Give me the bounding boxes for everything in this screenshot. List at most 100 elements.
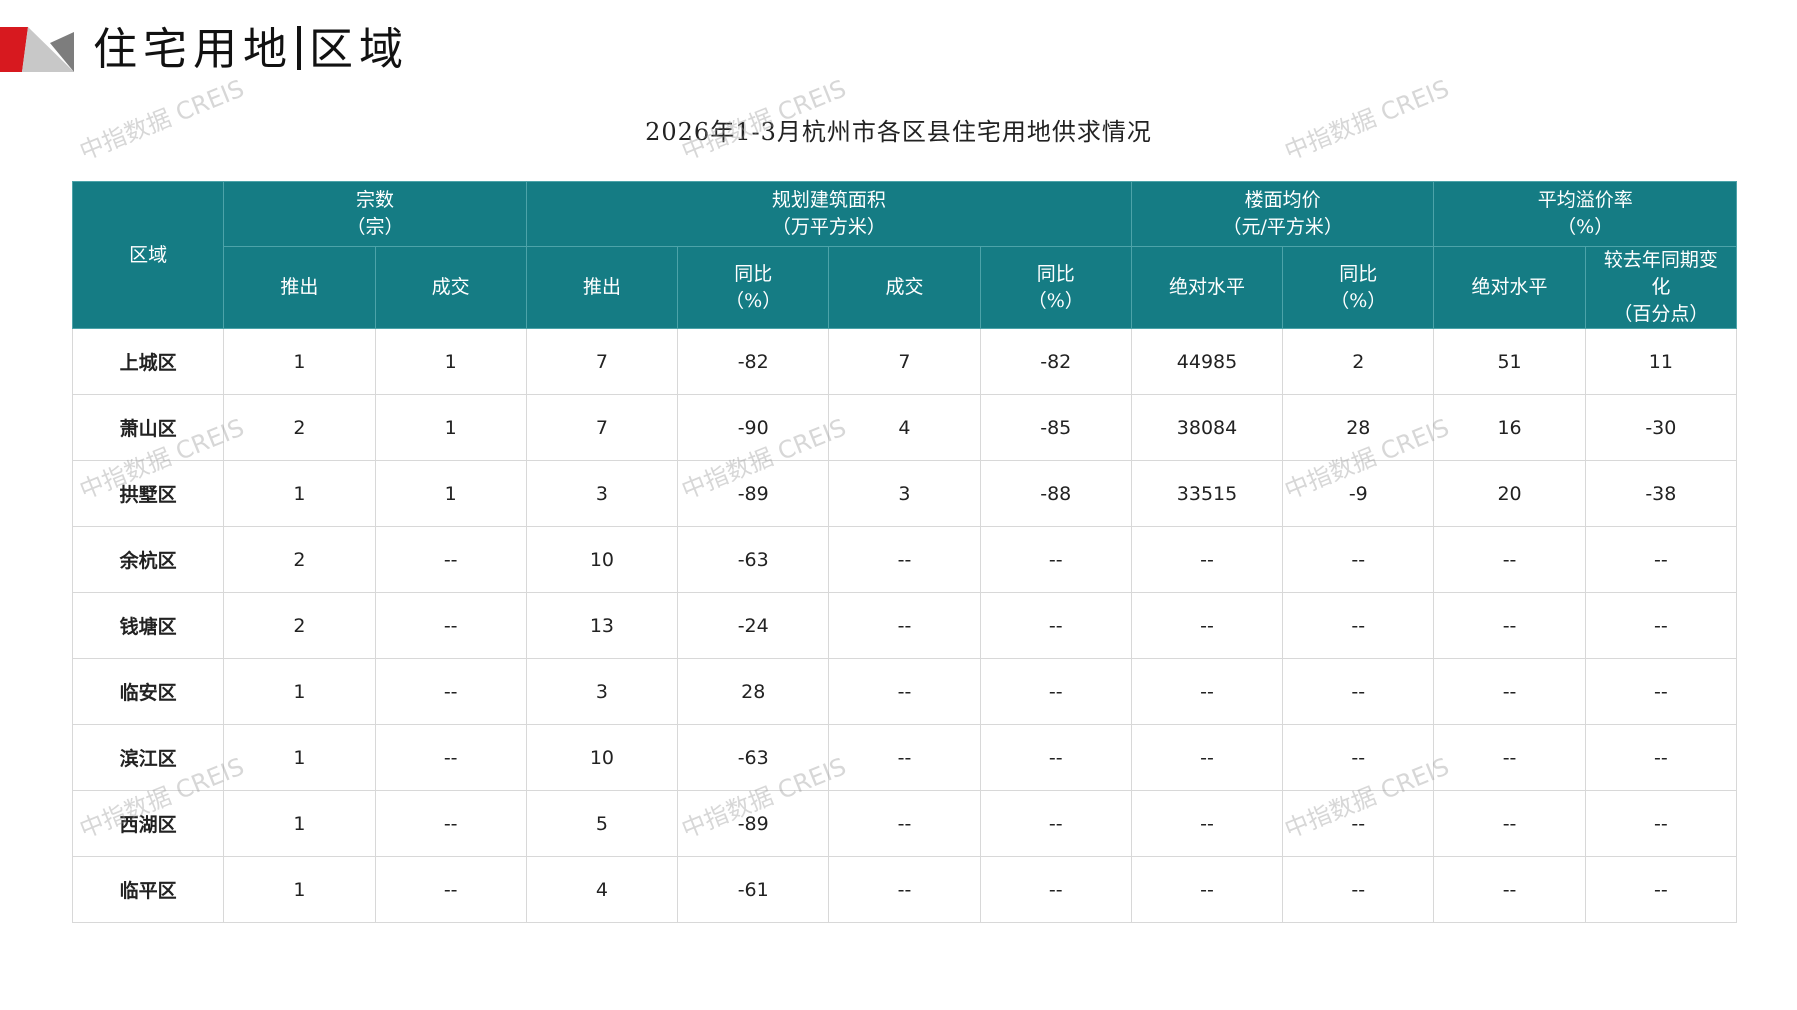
table-cell: -30 bbox=[1584, 394, 1738, 461]
table-cell: -- bbox=[1282, 658, 1435, 725]
table-cell: 1 bbox=[223, 790, 376, 857]
header-row-sub: 推出 成交 推出 同比 （%） 成交 同比 （%） 绝对水平 同比 （%） 绝对水平 较去年同期变化（百… bbox=[73, 246, 1738, 329]
table-cell: -- bbox=[1130, 658, 1284, 725]
page-title-sub: 区域 bbox=[309, 24, 409, 75]
table-cell: 44985 bbox=[1130, 328, 1284, 395]
table-cell: -- bbox=[1130, 592, 1284, 659]
table-row: 余杭区 2 -- 10 -63 -- -- -- -- -- -- bbox=[71, 526, 1738, 593]
table-cell: -- bbox=[1130, 856, 1284, 923]
table-cell: -- bbox=[374, 856, 527, 923]
page-title: 住宅用地 区域 bbox=[93, 22, 409, 78]
table-cell: 16 bbox=[1433, 394, 1586, 461]
table-cell: -88 bbox=[979, 460, 1132, 527]
header-sub-1: 成交 bbox=[374, 246, 527, 329]
table-cell: 2 bbox=[223, 592, 376, 659]
table-cell: -- bbox=[1282, 724, 1435, 791]
table-cell: -- bbox=[1282, 592, 1435, 659]
table-cell: -- bbox=[1584, 526, 1738, 593]
table-cell: -- bbox=[1584, 856, 1738, 923]
region-name-cell: 萧山区 bbox=[71, 394, 225, 461]
table-cell: 7 bbox=[525, 394, 679, 461]
header-sub-8: 绝对水平 bbox=[1433, 246, 1586, 329]
table-cell: 38084 bbox=[1130, 394, 1284, 461]
table-cell: -- bbox=[1282, 526, 1435, 593]
table-title: 2026年1-3月杭州市各区县住宅用地供求情况 bbox=[645, 118, 1152, 146]
table-cell: 1 bbox=[374, 460, 527, 527]
table-cell: -89 bbox=[677, 460, 830, 527]
table-cell: -- bbox=[374, 526, 527, 593]
header-sub-6: 绝对水平 bbox=[1130, 246, 1284, 329]
table-cell: -- bbox=[1130, 724, 1284, 791]
table-cell: -- bbox=[1584, 724, 1738, 791]
table-cell: 2 bbox=[223, 394, 376, 461]
table-cell: -9 bbox=[1282, 460, 1435, 527]
land-supply-table: 区域 宗数 （宗） 规划建筑面积 （万平方米） 楼面均价 （元/平方米） 平均溢价率（… bbox=[71, 181, 1738, 923]
header-group-premium: 平均溢价率 （%） bbox=[1433, 181, 1737, 247]
table-cell: 3 bbox=[828, 460, 981, 527]
table-row: 上城区 1 1 7 -82 7 -82 44985 2 51 11 bbox=[71, 328, 1738, 395]
header-group-price: 楼面均价 （元/平方米） bbox=[1130, 181, 1435, 247]
table-cell: -- bbox=[1282, 790, 1435, 857]
table-cell: -- bbox=[1433, 526, 1586, 593]
table-cell: -- bbox=[374, 658, 527, 725]
header-group-area: 规划建筑面积 （万平方米） bbox=[525, 181, 1132, 247]
table-body: 上城区 1 1 7 -82 7 -82 44985 2 51 11 萧山区 2 1 7 -90 4 -85 3808… bbox=[71, 328, 1738, 923]
table-cell: -90 bbox=[677, 394, 830, 461]
table-cell: -- bbox=[828, 658, 981, 725]
table-row: 西湖区 1 -- 5 -89 -- -- -- -- -- -- bbox=[71, 790, 1738, 857]
table-cell: 10 bbox=[525, 526, 679, 593]
table-row: 萧山区 2 1 7 -90 4 -85 38084 28 16 -30 bbox=[71, 394, 1738, 461]
table-cell: -82 bbox=[677, 328, 830, 395]
table-cell: -- bbox=[374, 592, 527, 659]
table-cell: -- bbox=[1584, 658, 1738, 725]
table-cell: 1 bbox=[223, 724, 376, 791]
table-cell: -- bbox=[828, 526, 981, 593]
header-sub-7: 同比 （%） bbox=[1282, 246, 1435, 329]
table-cell: 1 bbox=[374, 328, 527, 395]
table-cell: -- bbox=[979, 790, 1132, 857]
header-sub-3: 同比 （%） bbox=[677, 246, 830, 329]
table-cell: -- bbox=[1433, 658, 1586, 725]
table-cell: -- bbox=[374, 790, 527, 857]
region-name-cell: 余杭区 bbox=[71, 526, 225, 593]
table-cell: 1 bbox=[223, 658, 376, 725]
table-cell: 1 bbox=[223, 856, 376, 923]
header-sub-5: 同比 （%） bbox=[979, 246, 1132, 329]
table-cell: 10 bbox=[525, 724, 679, 791]
table-row: 拱墅区 1 1 3 -89 3 -88 33515 -9 20 -38 bbox=[71, 460, 1738, 527]
table-row: 滨江区 1 -- 10 -63 -- -- -- -- -- -- bbox=[71, 724, 1738, 791]
table-cell: -- bbox=[828, 790, 981, 857]
table-cell: -- bbox=[1433, 856, 1586, 923]
table-row: 临平区 1 -- 4 -61 -- -- -- -- -- -- bbox=[71, 856, 1738, 923]
table-cell: -61 bbox=[677, 856, 830, 923]
table-cell: 33515 bbox=[1130, 460, 1284, 527]
table-cell: -63 bbox=[677, 724, 830, 791]
table-cell: -85 bbox=[979, 394, 1132, 461]
table-cell: 2 bbox=[1282, 328, 1435, 395]
table-cell: 3 bbox=[525, 460, 679, 527]
table-cell: 3 bbox=[525, 658, 679, 725]
table-cell: -- bbox=[1433, 790, 1586, 857]
table-cell: 1 bbox=[223, 460, 376, 527]
page-header: 住宅用地 区域 bbox=[0, 22, 600, 82]
table-cell: -- bbox=[1282, 856, 1435, 923]
region-name-cell: 钱塘区 bbox=[71, 592, 225, 659]
table-cell: -- bbox=[828, 592, 981, 659]
table-cell: -- bbox=[979, 526, 1132, 593]
region-name-cell: 滨江区 bbox=[71, 724, 225, 791]
region-name-cell: 西湖区 bbox=[71, 790, 225, 857]
table-cell: -- bbox=[979, 856, 1132, 923]
table-cell: 11 bbox=[1584, 328, 1738, 395]
table-cell: 4 bbox=[525, 856, 679, 923]
header-sub-9: 较去年同期变化（百分点） bbox=[1584, 246, 1738, 329]
header-sub-4: 成交 bbox=[828, 246, 981, 329]
table-cell: -- bbox=[979, 592, 1132, 659]
header-sub-2: 推出 bbox=[525, 246, 679, 329]
table-cell: 5 bbox=[525, 790, 679, 857]
header-row-groups: 区域 宗数 （宗） 规划建筑面积 （万平方米） 楼面均价 （元/平方米） 平均溢价率（… bbox=[71, 181, 1737, 329]
table-cell: 51 bbox=[1433, 328, 1586, 395]
header-region: 区域 bbox=[71, 181, 225, 329]
table-cell: 4 bbox=[828, 394, 981, 461]
table-cell: 28 bbox=[1282, 394, 1435, 461]
table-cell: 13 bbox=[525, 592, 679, 659]
